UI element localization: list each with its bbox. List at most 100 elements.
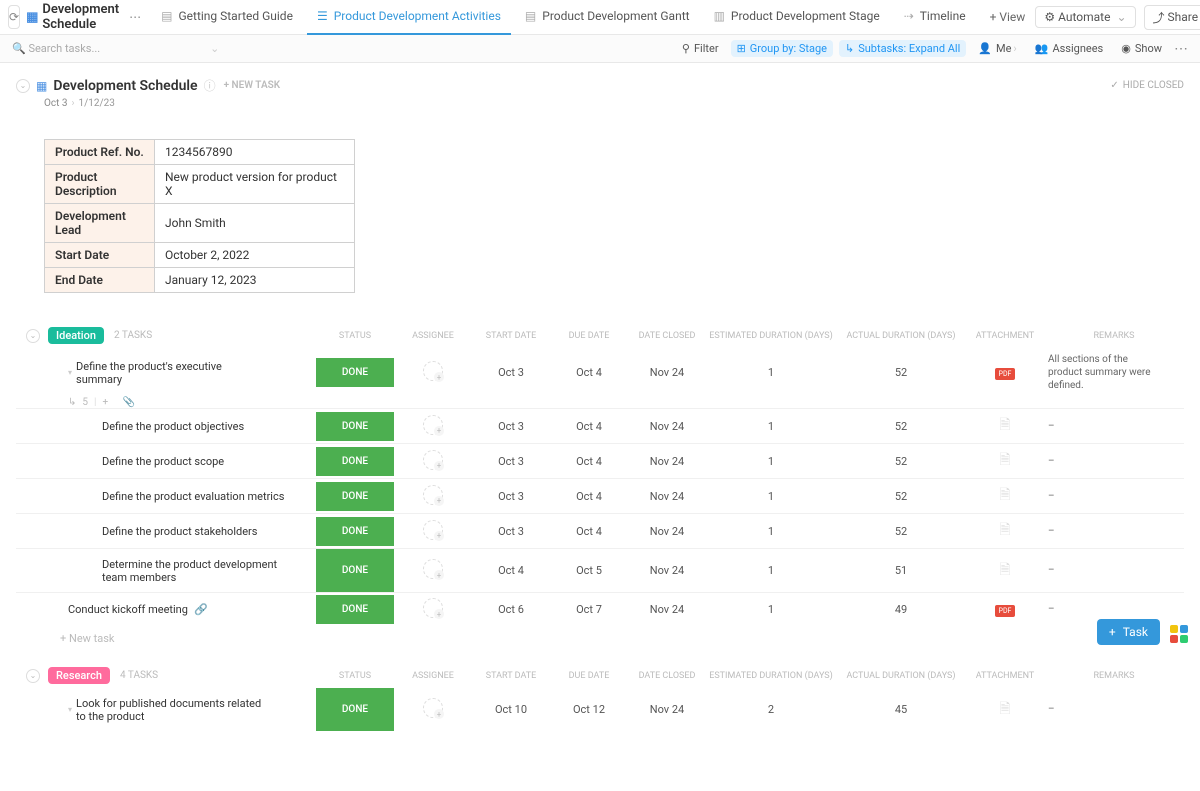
column-header[interactable]: DUE DATE bbox=[550, 671, 628, 681]
add-assignee-icon[interactable] bbox=[423, 559, 443, 579]
share-button[interactable]: ⤴ Share bbox=[1144, 5, 1200, 30]
due-date-cell[interactable]: Oct 5 bbox=[550, 559, 628, 582]
remarks-cell[interactable]: – bbox=[1044, 485, 1184, 508]
column-header[interactable]: STATUS bbox=[316, 671, 394, 681]
pdf-attachment-icon[interactable]: PDF bbox=[995, 368, 1016, 380]
start-date-cell[interactable]: Oct 4 bbox=[472, 559, 550, 582]
estimated-duration-cell[interactable]: 1 bbox=[706, 598, 836, 621]
list-more-button[interactable]: ⋯ bbox=[123, 10, 147, 24]
task-row[interactable]: Define the product stakeholders DONE Oct… bbox=[16, 513, 1184, 548]
more-button[interactable]: ⋯ bbox=[1174, 41, 1188, 57]
remarks-cell[interactable]: – bbox=[1044, 415, 1184, 438]
remarks-cell[interactable]: – bbox=[1044, 559, 1184, 582]
assignee-cell[interactable] bbox=[394, 593, 472, 626]
estimated-duration-cell[interactable]: 1 bbox=[706, 415, 836, 438]
add-assignee-icon[interactable] bbox=[423, 361, 443, 381]
due-date-cell[interactable]: Oct 4 bbox=[550, 520, 628, 543]
attachment-placeholder-icon[interactable]: 🗎 bbox=[999, 522, 1010, 538]
start-date-cell[interactable]: Oct 3 bbox=[472, 361, 550, 384]
hide-closed-toggle[interactable]: ✓HIDE CLOSED bbox=[1110, 80, 1184, 91]
date-closed-cell[interactable]: Nov 24 bbox=[628, 361, 706, 384]
due-date-cell[interactable]: Oct 4 bbox=[550, 450, 628, 473]
date-closed-cell[interactable]: Nov 24 bbox=[628, 415, 706, 438]
attachment-cell[interactable]: 🗎 bbox=[966, 514, 1044, 548]
column-header[interactable]: ACTUAL DURATION (DAYS) bbox=[836, 331, 966, 341]
assignee-cell[interactable] bbox=[394, 445, 472, 478]
me-button[interactable]: 👤Me› bbox=[972, 40, 1022, 57]
task-name[interactable]: Determine the product development team m… bbox=[16, 553, 316, 589]
reload-button[interactable]: ⟳ bbox=[8, 5, 20, 29]
tab-timeline[interactable]: ⇢Timeline bbox=[894, 0, 976, 35]
remarks-cell[interactable]: – bbox=[1044, 450, 1184, 473]
column-header[interactable]: REMARKS bbox=[1044, 671, 1184, 681]
actual-duration-cell[interactable]: 52 bbox=[836, 450, 966, 473]
start-date-cell[interactable]: Oct 6 bbox=[472, 598, 550, 621]
column-header[interactable]: ACTUAL DURATION (DAYS) bbox=[836, 671, 966, 681]
task-name[interactable]: Define the product stakeholders bbox=[16, 520, 316, 543]
assignee-cell[interactable] bbox=[394, 356, 472, 389]
attachment-placeholder-icon[interactable]: 🗎 bbox=[999, 452, 1010, 468]
group-pill[interactable]: Research bbox=[48, 667, 110, 684]
column-header[interactable]: START DATE bbox=[472, 331, 550, 341]
attachment-cell[interactable]: 🗎 bbox=[966, 554, 1044, 588]
column-header[interactable]: START DATE bbox=[472, 671, 550, 681]
attachment-placeholder-icon[interactable]: 🗎 bbox=[999, 487, 1010, 503]
column-header[interactable]: ESTIMATED DURATION (DAYS) bbox=[706, 331, 836, 341]
date-closed-cell[interactable]: Nov 24 bbox=[628, 485, 706, 508]
due-date-cell[interactable]: Oct 7 bbox=[550, 598, 628, 621]
start-date-cell[interactable]: Oct 3 bbox=[472, 415, 550, 438]
task-name[interactable]: Define the product objectives bbox=[16, 415, 316, 438]
column-header[interactable]: ATTACHMENT bbox=[966, 671, 1044, 681]
estimated-duration-cell[interactable]: 2 bbox=[706, 698, 836, 721]
task-name[interactable]: Define the product scope bbox=[16, 450, 316, 473]
attachment-placeholder-icon[interactable]: 🗎 bbox=[999, 417, 1010, 433]
task-row[interactable]: Define the product evaluation metrics DO… bbox=[16, 478, 1184, 513]
tab-product-dev-gantt[interactable]: ▤Product Development Gantt bbox=[515, 0, 700, 35]
add-assignee-icon[interactable] bbox=[423, 698, 443, 718]
column-header[interactable]: ASSIGNEE bbox=[394, 671, 472, 681]
task-row[interactable]: Determine the product development team m… bbox=[16, 548, 1184, 592]
actual-duration-cell[interactable]: 52 bbox=[836, 415, 966, 438]
task-name[interactable]: ▾Define the product's executive summary bbox=[16, 355, 316, 391]
start-date-cell[interactable]: Oct 3 bbox=[472, 450, 550, 473]
estimated-duration-cell[interactable]: 1 bbox=[706, 450, 836, 473]
collapse-toggle[interactable]: ⌄ bbox=[16, 79, 30, 93]
chevron-down-icon[interactable]: ▾ bbox=[68, 368, 72, 377]
add-assignee-icon[interactable] bbox=[423, 450, 443, 470]
task-row[interactable]: ▾Define the product's executive summary … bbox=[16, 348, 1184, 397]
column-header[interactable]: ATTACHMENT bbox=[966, 331, 1044, 341]
group-header[interactable]: ⌄ Research 4 TASKS bbox=[16, 663, 316, 688]
collapse-group-toggle[interactable]: ⌄ bbox=[26, 669, 40, 683]
start-date-cell[interactable]: Oct 10 bbox=[472, 698, 550, 721]
status-cell[interactable]: DONE bbox=[316, 549, 394, 592]
assignees-button[interactable]: 👥Assignees bbox=[1029, 40, 1110, 57]
search-input[interactable]: 🔍 Search tasks... ⌄ bbox=[12, 42, 670, 55]
attachment-cell[interactable]: 🗎 bbox=[966, 693, 1044, 727]
estimated-duration-cell[interactable]: 1 bbox=[706, 520, 836, 543]
date-closed-cell[interactable]: Nov 24 bbox=[628, 520, 706, 543]
task-row[interactable]: ▾Look for published documents related to… bbox=[16, 688, 1184, 731]
remarks-cell[interactable]: – bbox=[1044, 520, 1184, 543]
status-cell[interactable]: DONE bbox=[316, 412, 394, 441]
assignee-cell[interactable] bbox=[394, 693, 472, 726]
show-button[interactable]: ◉Show bbox=[1115, 40, 1168, 57]
add-assignee-icon[interactable] bbox=[423, 415, 443, 435]
column-header[interactable]: REMARKS bbox=[1044, 331, 1184, 341]
pdf-attachment-icon[interactable]: PDF bbox=[995, 605, 1016, 617]
add-assignee-icon[interactable] bbox=[423, 520, 443, 540]
tab-getting-started[interactable]: ▤Getting Started Guide bbox=[151, 0, 303, 35]
start-date-cell[interactable]: Oct 3 bbox=[472, 520, 550, 543]
actual-duration-cell[interactable]: 52 bbox=[836, 520, 966, 543]
new-task-floating-button[interactable]: + Task bbox=[1097, 619, 1160, 645]
date-closed-cell[interactable]: Nov 24 bbox=[628, 698, 706, 721]
attach-icon[interactable]: 📎 bbox=[123, 397, 135, 408]
actual-duration-cell[interactable]: 52 bbox=[836, 361, 966, 384]
attachment-cell[interactable]: 🗎 bbox=[966, 444, 1044, 478]
estimated-duration-cell[interactable]: 1 bbox=[706, 485, 836, 508]
due-date-cell[interactable]: Oct 4 bbox=[550, 361, 628, 384]
automate-button[interactable]: ⚙ Automate⌄ bbox=[1035, 6, 1135, 28]
task-row[interactable]: Conduct kickoff meeting🔗 DONE Oct 6 Oct … bbox=[16, 592, 1184, 626]
attachment-cell[interactable]: PDF bbox=[966, 598, 1044, 622]
actual-duration-cell[interactable]: 45 bbox=[836, 698, 966, 721]
add-view-button[interactable]: + View bbox=[980, 10, 1036, 24]
